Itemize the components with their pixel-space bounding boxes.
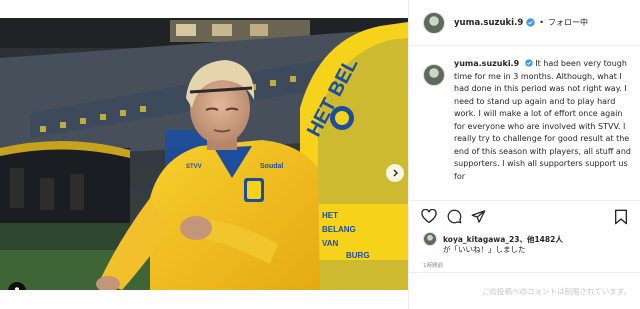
user-tag-icon: [15, 287, 19, 290]
svg-text:HET: HET: [322, 211, 338, 220]
avatar[interactable]: [423, 11, 445, 34]
comment-icon[interactable]: [447, 209, 462, 224]
liker-username[interactable]: koya_kitagawa_23: [443, 235, 519, 244]
likes-others-count[interactable]: 、他1482人: [519, 235, 562, 244]
share-icon[interactable]: [471, 209, 486, 224]
liker-avatar[interactable]: [423, 232, 437, 246]
likes-line2: が「いいね！」しました: [443, 245, 526, 254]
bookmark-icon[interactable]: [614, 209, 628, 225]
follow-status-button[interactable]: フォロー中: [548, 17, 588, 28]
heart-icon[interactable]: [421, 209, 437, 224]
caption-username[interactable]: yuma.suzuki.9: [454, 59, 519, 68]
next-photo-button[interactable]: [386, 164, 404, 182]
svg-text:VAN: VAN: [322, 239, 339, 248]
svg-text:BURG: BURG: [346, 251, 370, 260]
chevron-right-icon: [393, 169, 398, 177]
svg-text:BELANG: BELANG: [322, 225, 356, 234]
verified-badge-icon: [526, 18, 535, 27]
verified-badge-icon: [525, 59, 533, 67]
caption-body: It had been very tough time for me in 3 …: [454, 59, 631, 181]
action-bar: [409, 200, 640, 230]
post-photo[interactable]: HET BEL HET BELANG VAN BURG Soudal STVV: [0, 18, 408, 290]
post-timestamp[interactable]: 1時間前: [423, 261, 443, 269]
caption-avatar[interactable]: [423, 64, 445, 86]
player-photo-illustration: HET BEL HET BELANG VAN BURG Soudal STVV: [0, 18, 408, 290]
separator-dot: •: [539, 18, 544, 27]
caption-text-block: yuma.suzuki.9 It had been very tough tim…: [454, 58, 634, 196]
svg-text:Soudal: Soudal: [260, 163, 283, 170]
instagram-post-embed: HET BEL HET BELANG VAN BURG Soudal STVV …: [0, 0, 640, 309]
likes-line1: koya_kitagawa_23、他1482人: [443, 234, 563, 245]
username-link[interactable]: yuma.suzuki.9: [454, 18, 523, 28]
svg-text:STVV: STVV: [186, 164, 202, 170]
post-side-panel: yuma.suzuki.9 • フォロー中 yuma.suzuki.9 It h…: [408, 0, 640, 309]
caption: yuma.suzuki.9 It had been very tough tim…: [409, 58, 640, 196]
comments-disabled-notice: この投稿へのコメントは制限されています。: [409, 272, 640, 309]
post-header: yuma.suzuki.9 • フォロー中: [409, 0, 640, 46]
